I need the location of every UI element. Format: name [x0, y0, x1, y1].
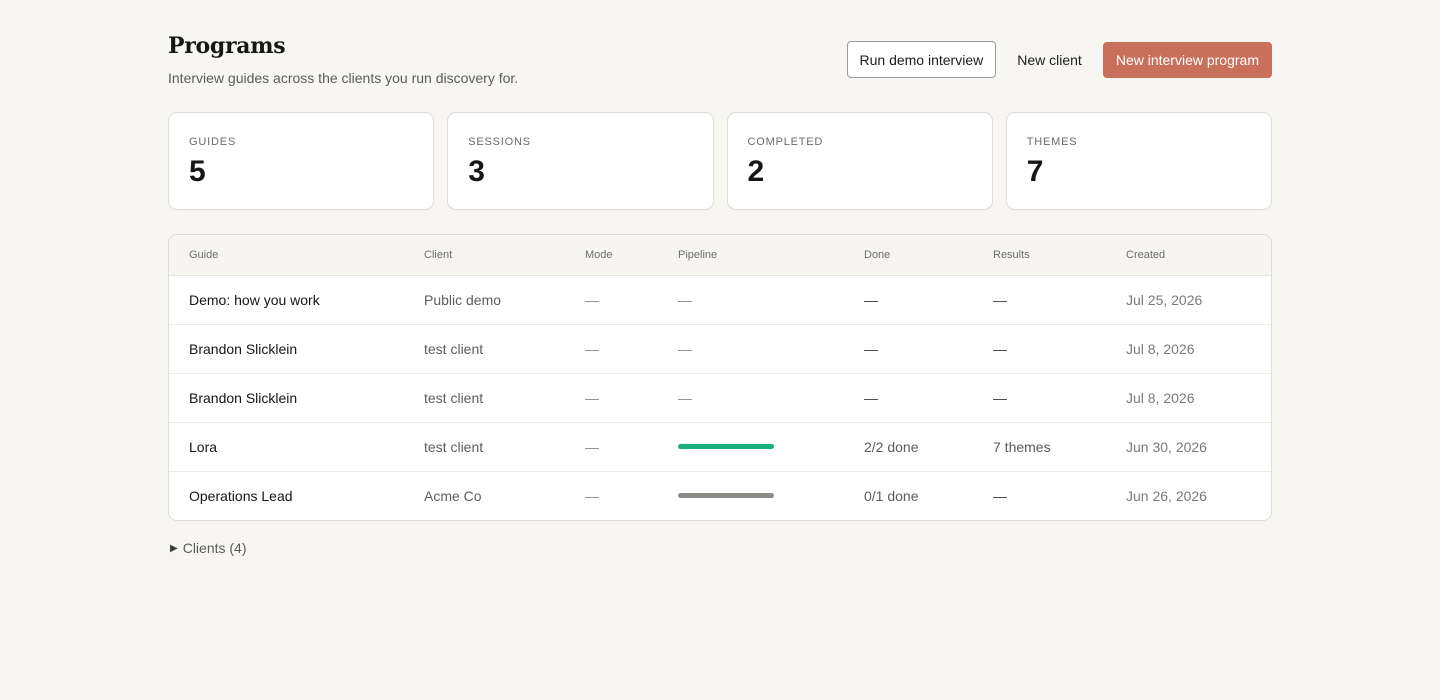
pipeline-value: —: [678, 373, 864, 423]
column-header-guide[interactable]: Guide: [169, 235, 424, 276]
results-value: —: [993, 275, 1126, 325]
pipeline-progress-bar: [678, 444, 774, 449]
mode-value: —: [585, 324, 678, 374]
created-date: Jul 25, 2026: [1126, 275, 1271, 325]
created-date: Jun 30, 2026: [1126, 422, 1271, 472]
guide-name[interactable]: Demo: how you work: [169, 275, 424, 325]
column-header-mode[interactable]: Mode: [585, 235, 678, 276]
clients-toggle-label: Clients (4): [182, 540, 247, 556]
column-header-results[interactable]: Results: [993, 235, 1126, 276]
done-value: —: [864, 373, 993, 423]
header-actions: Run demo interview New client New interv…: [846, 41, 1272, 78]
stat-value: 7: [1026, 155, 1044, 188]
mode-value: —: [585, 487, 599, 504]
created-date: Jul 8, 2026: [1126, 373, 1271, 423]
pipeline-value: —: [678, 275, 864, 325]
stat-label: Guides: [189, 136, 236, 148]
column-header-pipeline[interactable]: Pipeline: [678, 235, 864, 276]
results-value: —: [993, 324, 1126, 374]
table-row[interactable]: Brandon Slicklein test client — — — — Ju…: [169, 324, 1271, 374]
new-interview-program-button[interactable]: New interview program: [1102, 41, 1272, 78]
client-name: Public demo: [424, 275, 585, 325]
guide-name[interactable]: Lora: [169, 422, 424, 472]
page-title: Programs: [168, 33, 286, 59]
created-date: Jun 26, 2026: [1126, 487, 1207, 504]
stat-value: 5: [189, 155, 206, 188]
stat-card-guides: Guides 5: [168, 112, 435, 210]
pipeline-cell: [678, 422, 864, 472]
programs-table: Guide Client Mode Pipeline Done Results …: [168, 234, 1272, 521]
stat-label: Sessions: [468, 136, 531, 148]
stat-card-completed: Completed 2: [726, 112, 993, 210]
stat-value: 2: [747, 155, 765, 188]
pipeline-progress-bar: [678, 493, 774, 499]
created-date: Jul 8, 2026: [1126, 324, 1271, 374]
column-header-done[interactable]: Done: [864, 235, 993, 276]
stat-label: Completed: [747, 136, 824, 148]
stat-label: Themes: [1026, 136, 1078, 148]
stat-value: 3: [468, 155, 485, 188]
done-value: 0/1 done: [864, 487, 919, 504]
done-value: 2/2 done: [864, 422, 993, 472]
column-header-created[interactable]: Created: [1126, 235, 1271, 276]
mode-value: —: [585, 373, 678, 423]
results-value: —: [993, 487, 1007, 504]
new-client-button[interactable]: New client: [1004, 41, 1095, 78]
pipeline-value: —: [678, 324, 864, 374]
mode-value: —: [585, 422, 678, 472]
stats-row: Guides 5 Sessions 3 Completed 2 Themes 7: [168, 112, 1272, 210]
guide-name[interactable]: Brandon Slicklein: [169, 373, 424, 423]
table-row[interactable]: Demo: how you work Public demo — — — — J…: [169, 275, 1271, 325]
stat-card-themes: Themes 7: [1005, 112, 1272, 210]
table-row[interactable]: Lora test client — 2/2 done 7 themes Jun…: [169, 422, 1271, 472]
client-name: test client: [424, 324, 585, 374]
client-name: Acme Co: [424, 487, 482, 504]
client-name: test client: [424, 422, 585, 472]
done-value: —: [864, 324, 993, 374]
done-value: —: [864, 275, 993, 325]
pipeline-cell: [678, 471, 864, 520]
page-header: Programs Interview guides across the cli…: [168, 0, 1272, 112]
table-header-row: Guide Client Mode Pipeline Done Results …: [169, 235, 1271, 276]
guide-name[interactable]: Brandon Slicklein: [169, 324, 424, 374]
run-demo-interview-button[interactable]: Run demo interview: [846, 41, 997, 78]
column-header-client[interactable]: Client: [424, 235, 585, 276]
table-row[interactable]: Brandon Slicklein test client — — — — Ju…: [169, 373, 1271, 423]
client-name: test client: [424, 373, 585, 423]
clients-disclosure-toggle[interactable]: ▶ Clients (4): [170, 540, 247, 556]
results-value: —: [993, 373, 1126, 423]
guide-name[interactable]: Operations Lead: [169, 471, 424, 520]
table-row[interactable]: Operations Lead Acme Co — 0/1 done — Jun…: [169, 471, 1271, 520]
results-value: 7 themes: [993, 422, 1126, 472]
programs-page: Programs Interview guides across the cli…: [168, 0, 1272, 556]
stat-card-sessions: Sessions 3: [447, 112, 714, 210]
mode-value: —: [585, 275, 678, 325]
triangle-right-icon: ▶: [170, 542, 178, 554]
page-subtitle: Interview guides across the clients you …: [168, 70, 519, 86]
